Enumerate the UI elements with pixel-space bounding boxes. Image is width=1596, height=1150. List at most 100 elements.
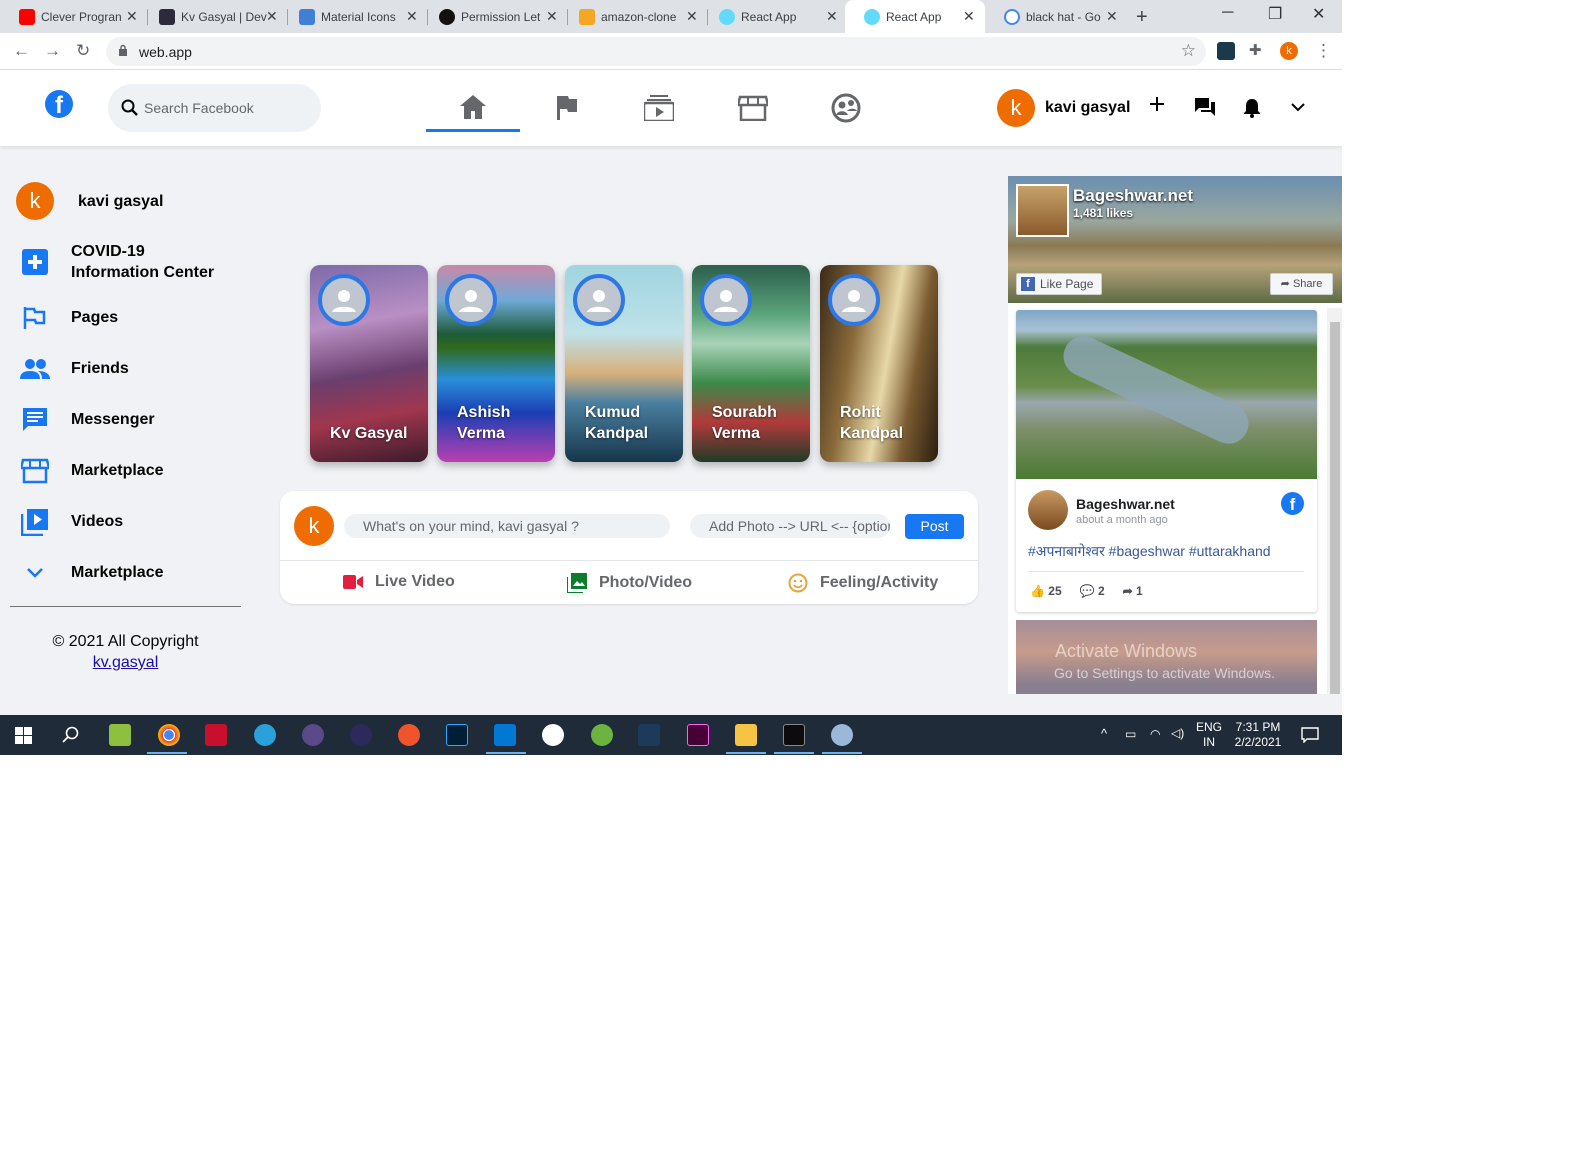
file-explorer-icon[interactable]	[735, 724, 757, 746]
browser-tab[interactable]: Clever Progran ✕	[0, 0, 145, 33]
post-author[interactable]: Bageshwar.net	[1076, 496, 1175, 512]
profile-avatar[interactable]: k	[1280, 42, 1298, 60]
browser-tab[interactable]: Permission Let ✕	[420, 0, 565, 33]
action-center-icon[interactable]	[1301, 727, 1319, 743]
browser-tab[interactable]: React App ✕	[700, 0, 845, 33]
like-page-button[interactable]: f Like Page	[1016, 273, 1102, 295]
mysql-icon[interactable]	[638, 724, 660, 746]
live-video-button[interactable]: Live Video	[343, 573, 455, 591]
download-manager-icon[interactable]	[205, 724, 227, 746]
story-card[interactable]: Sourabh Verma	[692, 265, 810, 462]
post-shares[interactable]: ➦ 1	[1123, 584, 1143, 598]
search-icon[interactable]	[62, 726, 80, 744]
post-comments[interactable]: 💬 2	[1080, 584, 1105, 598]
reload-icon[interactable]: ↻	[76, 41, 90, 61]
browser-tab[interactable]: Kv Gasyal | Dev ✕	[140, 0, 285, 33]
browser-tab[interactable]: black hat - Go ✕	[985, 0, 1125, 33]
post-photo[interactable]	[1016, 310, 1317, 479]
nav-pages[interactable]	[520, 84, 614, 132]
battery-icon[interactable]: ▭	[1125, 727, 1136, 742]
expand-more-icon[interactable]	[1291, 102, 1305, 112]
omnibox[interactable]: web.app ☆	[106, 37, 1206, 66]
page-name[interactable]: Bageshwar.net	[1073, 186, 1193, 206]
browser-tab-active[interactable]: React App ✕	[845, 0, 985, 33]
scrollbar[interactable]	[1327, 308, 1342, 694]
story-card[interactable]: Ashish Verma	[437, 265, 555, 462]
story-card[interactable]: Kv Gasyal	[310, 265, 428, 462]
header-profile[interactable]: k kavi gasyal	[997, 89, 1130, 127]
close-icon[interactable]: ✕	[963, 8, 975, 25]
adobe-xd-icon[interactable]	[687, 724, 709, 746]
browser-tab[interactable]: Material Icons ✕	[280, 0, 425, 33]
language-indicator[interactable]: ENG IN	[1196, 720, 1222, 750]
new-tab-button[interactable]: +	[1136, 6, 1148, 29]
chrome-icon[interactable]	[158, 724, 180, 746]
close-icon[interactable]: ✕	[266, 8, 278, 25]
close-icon[interactable]: ✕	[1106, 8, 1118, 25]
photoshop-icon[interactable]	[446, 724, 468, 746]
post-button[interactable]: Post	[905, 514, 964, 539]
nav-groups[interactable]	[799, 84, 893, 132]
sidebar-item-more[interactable]: Marketplace	[10, 547, 241, 598]
terminal-icon[interactable]	[783, 724, 805, 746]
nav-home[interactable]	[426, 84, 520, 132]
post-likes[interactable]: 👍 25	[1030, 584, 1062, 598]
story-card[interactable]: Rohit Kandpal	[820, 265, 938, 462]
sidebar-item-covid[interactable]: COVID-19 Information Center	[10, 232, 241, 292]
windows-start-icon[interactable]	[15, 727, 32, 744]
share-button[interactable]: ➦ Share	[1270, 273, 1333, 295]
extensions-icon[interactable]: ✚	[1249, 41, 1267, 59]
close-icon[interactable]: ✕	[826, 8, 838, 25]
telegram-icon[interactable]	[254, 724, 276, 746]
volume-icon[interactable]: ◁)	[1171, 726, 1184, 741]
sidebar-item-videos[interactable]: Videos	[10, 496, 241, 547]
tor-icon[interactable]	[302, 724, 324, 746]
chrome-menu-icon[interactable]: ⋮	[1315, 41, 1332, 61]
paint-icon[interactable]	[831, 724, 853, 746]
sidebar-profile[interactable]: k kavi gasyal	[10, 176, 241, 226]
window-close-icon[interactable]: ✕	[1312, 4, 1325, 24]
close-icon[interactable]: ✕	[406, 8, 418, 25]
sidebar-item-pages[interactable]: Pages	[10, 292, 241, 343]
spring-icon[interactable]	[591, 724, 613, 746]
forward-icon[interactable]: →	[44, 41, 61, 61]
notepad-icon[interactable]	[109, 724, 131, 746]
clock[interactable]: 7:31 PM 2/2/2021	[1233, 720, 1283, 750]
nav-marketplace[interactable]	[706, 84, 800, 132]
react-devtools-icon[interactable]	[1217, 42, 1235, 60]
story-card[interactable]: Kumud Kandpal	[565, 265, 683, 462]
word-icon[interactable]	[542, 724, 564, 746]
post-time[interactable]: about a month ago	[1076, 514, 1168, 526]
copyright-link[interactable]: kv.gasyal	[93, 654, 159, 671]
notifications-active-icon[interactable]	[1242, 98, 1262, 118]
post-hashtags[interactable]: #अपनाबागेश्वर #bageshwar #uttarakhand	[1028, 542, 1271, 561]
search-input[interactable]: Search Facebook	[108, 84, 321, 132]
sidebar-item-friends[interactable]: Friends	[10, 343, 241, 394]
post-text-input[interactable]: What's on your mind, kavi gasyal ?	[344, 514, 670, 538]
sidebar-item-messenger[interactable]: Messenger	[10, 394, 241, 445]
page-picture[interactable]	[1016, 184, 1069, 237]
postman-icon[interactable]	[398, 724, 420, 746]
feeling-activity-button[interactable]: Feeling/Activity	[788, 573, 938, 593]
restore-icon[interactable]: ❐	[1268, 4, 1282, 24]
chevron-up-icon[interactable]: ^	[1101, 726, 1107, 741]
browser-tab[interactable]: amazon-clone ✕	[560, 0, 705, 33]
scrollbar-thumb[interactable]	[1330, 322, 1340, 694]
facebook-logo[interactable]: f	[45, 90, 73, 119]
nav-watch[interactable]	[612, 84, 706, 132]
post-author-avatar[interactable]	[1028, 490, 1068, 530]
photo-video-button[interactable]: Photo/Video	[567, 573, 692, 593]
bookmark-star-icon[interactable]: ☆	[1181, 41, 1196, 61]
close-icon[interactable]: ✕	[126, 8, 138, 25]
forum-icon[interactable]	[1195, 98, 1215, 116]
vscode-icon[interactable]	[494, 724, 516, 746]
minimize-icon[interactable]: ─	[1222, 4, 1233, 22]
close-icon[interactable]: ✕	[686, 8, 698, 25]
back-icon[interactable]: ←	[13, 41, 30, 61]
photo-url-input[interactable]: Add Photo --> URL <-- {optional}	[690, 514, 890, 538]
add-icon[interactable]	[1149, 96, 1165, 112]
wifi-icon[interactable]: ◠	[1150, 727, 1160, 742]
sidebar-item-marketplace[interactable]: Marketplace	[10, 445, 241, 496]
close-icon[interactable]: ✕	[546, 8, 558, 25]
eclipse-icon[interactable]	[350, 724, 372, 746]
